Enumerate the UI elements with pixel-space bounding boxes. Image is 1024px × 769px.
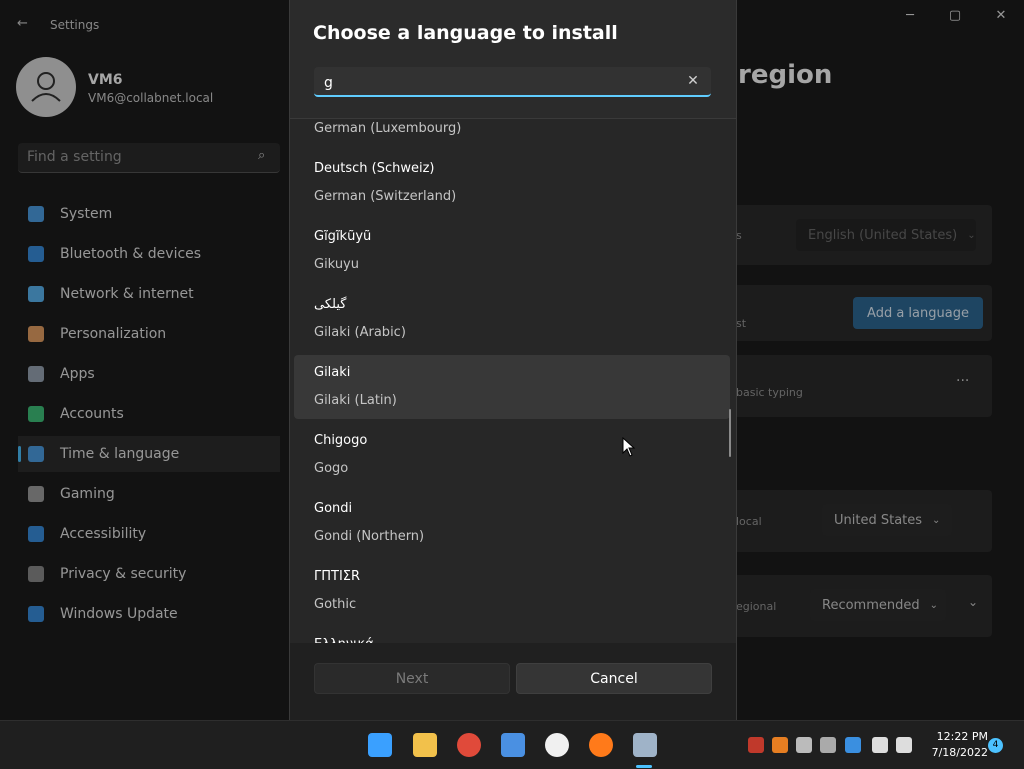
language-english-name: German (Switzerland) (314, 189, 457, 204)
language-native-name: Chigogo (314, 433, 368, 448)
language-option[interactable]: German (Luxembourg) (294, 119, 730, 147)
list-scrollbar[interactable] (729, 409, 731, 457)
volume-icon[interactable] (896, 737, 912, 753)
brave-icon[interactable] (545, 733, 569, 757)
language-list[interactable]: German (Luxembourg) Deutsch (Schweiz) Germ… (290, 118, 736, 644)
language-english-name: Gondi (Northern) (314, 529, 425, 544)
language-option[interactable]: Gondi Gondi (Northern) (294, 491, 730, 555)
language-search-box[interactable]: ✕ (314, 67, 711, 97)
language-option[interactable]: ΓΠΤΙΣR Gothic (294, 559, 730, 623)
store-icon[interactable] (501, 733, 525, 757)
dialog-title: Choose a language to install (313, 22, 618, 44)
chrome-icon[interactable] (457, 733, 481, 757)
language-english-name: Gilaki (Arabic) (314, 325, 406, 340)
settings-icon[interactable] (633, 733, 657, 757)
language-english-name: Gothic (314, 597, 357, 612)
clock-date: 7/18/2022 (931, 746, 988, 759)
language-option[interactable]: Gilaki Gilaki (Latin) (294, 355, 730, 419)
language-native-name: ΓΠΤΙΣR (314, 569, 361, 584)
app-tray-icon[interactable] (748, 737, 764, 753)
language-english-name: German (Luxembourg) (314, 121, 462, 136)
language-english-name: Gogo (314, 461, 349, 476)
mouse-cursor-icon (622, 437, 636, 457)
clear-search-icon[interactable]: ✕ (683, 71, 703, 91)
language-option[interactable]: Ελληνικά (294, 627, 730, 643)
office-tray-icon[interactable] (772, 737, 788, 753)
language-native-name: Gondi (314, 501, 353, 516)
language-option[interactable]: Chigogo Gogo (294, 423, 730, 487)
language-install-dialog: Choose a language to install ✕ German (L… (289, 0, 737, 720)
clock-time: 12:22 PM (936, 730, 988, 743)
language-english-name: Gikuyu (314, 257, 359, 272)
language-native-name: Gilaki (314, 365, 351, 380)
language-native-name: گیلکی (314, 297, 347, 312)
language-native-name: Gĩgĩkũyũ (314, 229, 372, 244)
language-search-input[interactable] (322, 72, 666, 94)
network-tray-icon[interactable] (872, 737, 888, 753)
language-native-name: Deutsch (Schweiz) (314, 161, 435, 176)
next-button[interactable]: Next (314, 663, 510, 694)
dialog-footer: Next Cancel (290, 643, 736, 720)
language-option[interactable]: گیلکی Gilaki (Arabic) (294, 287, 730, 351)
taskbar: 12:22 PM 7/18/2022 4 (0, 720, 1024, 769)
b-tray-icon[interactable] (796, 737, 812, 753)
onedrive-offline-icon[interactable] (820, 737, 836, 753)
clock[interactable]: 12:22 PM 7/18/2022 (916, 729, 988, 761)
file-explorer-icon[interactable] (413, 733, 437, 757)
language-english-name: Gilaki (Latin) (314, 393, 397, 408)
notification-badge[interactable]: 4 (988, 738, 1003, 753)
firefox-icon[interactable] (589, 733, 613, 757)
defender-icon[interactable] (845, 737, 861, 753)
language-option[interactable]: Gĩgĩkũyũ Gikuyu (294, 219, 730, 283)
cancel-button[interactable]: Cancel (516, 663, 712, 694)
start-icon[interactable] (368, 733, 392, 757)
language-option[interactable]: Deutsch (Schweiz) German (Switzerland) (294, 151, 730, 215)
